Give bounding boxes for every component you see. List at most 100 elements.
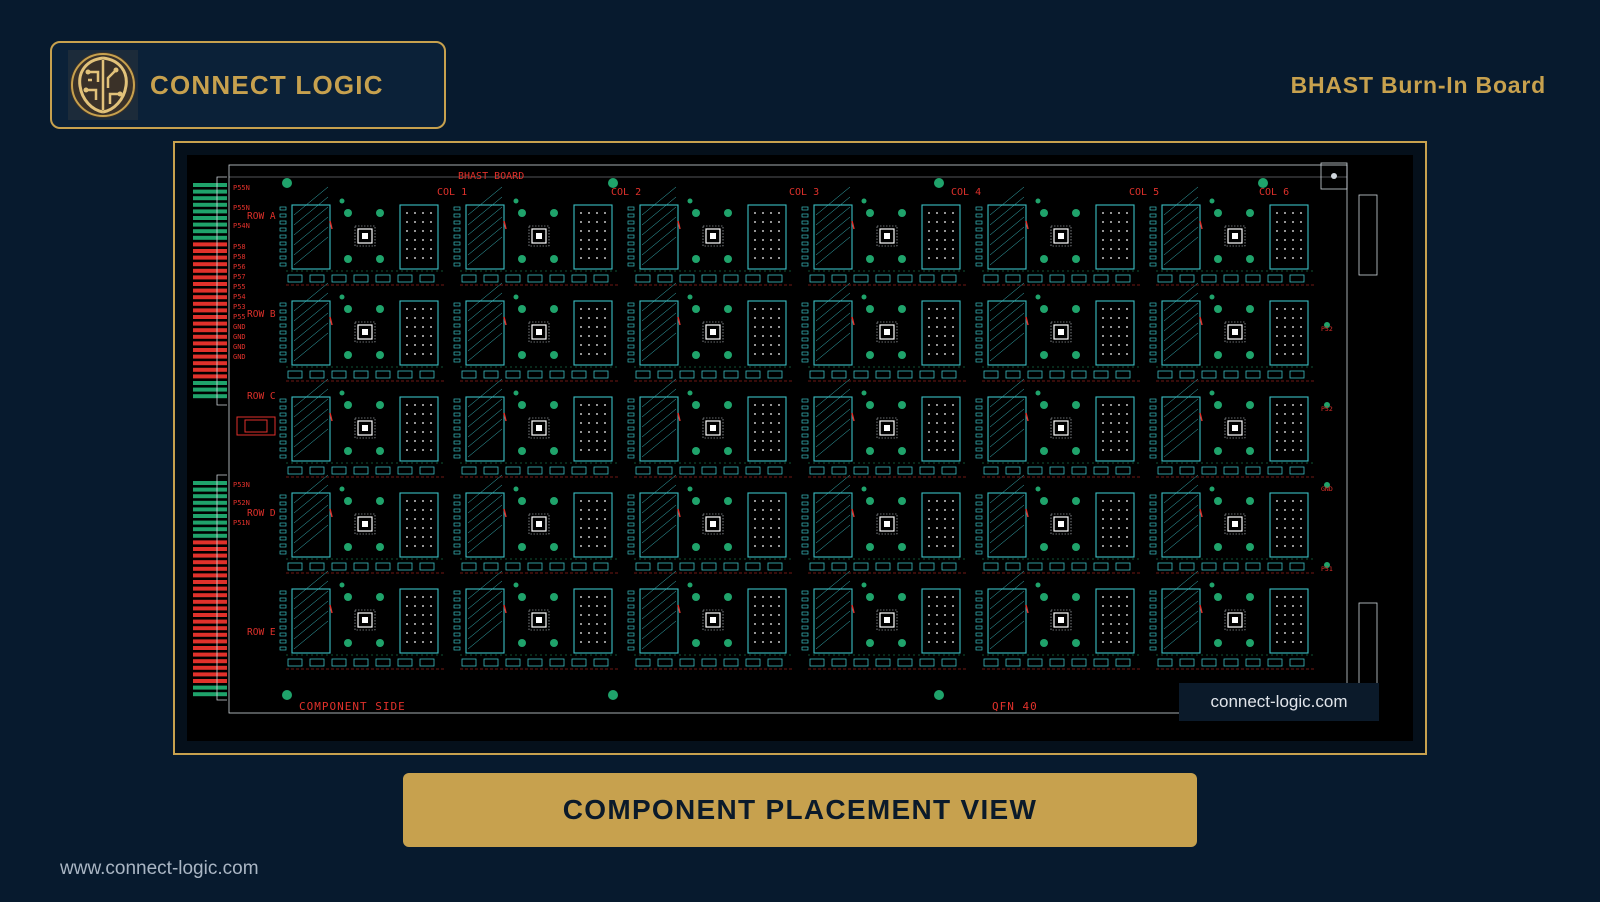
row-label: ROW E (247, 627, 276, 638)
connector-finger (193, 613, 227, 617)
connector-finger (193, 619, 227, 624)
connector-finger (193, 235, 227, 240)
connector-finger (193, 308, 227, 313)
connector-finger (193, 348, 227, 352)
watermark: connect-logic.com (1179, 683, 1379, 721)
net-label: P53N (233, 481, 250, 489)
connector-finger (193, 606, 227, 611)
net-label: P54 (233, 293, 246, 301)
footer-url[interactable]: www.connect-logic.com (60, 858, 259, 880)
connector-finger (193, 341, 227, 346)
connector-finger (193, 282, 227, 286)
board-title: BHAST Burn-In Board (1290, 72, 1546, 98)
connector-finger (193, 507, 227, 512)
connector-finger (193, 500, 227, 505)
connector-finger (193, 196, 227, 201)
column-label: COL 2 (611, 187, 641, 198)
connector-finger (193, 334, 227, 339)
connector-finger (193, 222, 227, 227)
row-label: ROW D (247, 508, 276, 519)
connector-finger (193, 514, 227, 518)
component-side-label: COMPONENT SIDE (299, 700, 406, 713)
column-label: COL 5 (1129, 187, 1159, 198)
connector-finger (193, 685, 227, 690)
connector-finger (193, 209, 227, 214)
connector-finger (193, 328, 227, 333)
connector-finger (193, 580, 227, 584)
connector-finger (193, 255, 227, 260)
connector-finger (193, 520, 227, 525)
connector-finger (193, 547, 227, 551)
brand-box: CONNECT LOGIC (50, 41, 446, 129)
connector-finger (193, 301, 227, 306)
connector-finger (193, 262, 227, 267)
net-label: GND (233, 353, 246, 361)
net-label: P55N (233, 184, 250, 192)
row-label: ROW B (247, 309, 276, 320)
connector-finger (193, 639, 227, 644)
connector-finger (193, 315, 227, 319)
net-label: P51 (1321, 565, 1333, 573)
connector-finger (193, 275, 227, 280)
connector-finger (193, 665, 227, 670)
connector-finger (193, 268, 227, 273)
column-label: COL 4 (951, 187, 981, 198)
connector-finger (193, 626, 227, 631)
connector-finger (193, 573, 227, 578)
net-label: P52 (1321, 325, 1333, 333)
net-label: P55N (233, 204, 250, 212)
connector-finger (193, 216, 227, 220)
connector-finger (193, 540, 227, 545)
circuit-brain-logo-icon (68, 50, 138, 120)
connector-finger (193, 527, 227, 532)
net-label: P52N (233, 499, 250, 507)
connector-finger (193, 586, 227, 591)
connector-finger (193, 593, 227, 598)
board-label: BHAST BOARD (458, 171, 524, 182)
connector-finger (193, 249, 227, 253)
connector-finger (193, 533, 227, 538)
net-label: P51N (233, 519, 250, 527)
column-label: COL 1 (437, 187, 467, 198)
connector-finger (193, 354, 227, 359)
connector-finger (193, 242, 227, 247)
net-label: GND (233, 343, 246, 351)
net-label: P56 (233, 263, 246, 271)
pcb-layout: BHAST BOARD COMPONENT SIDE QFN 40 COL 1 C… (187, 155, 1413, 741)
net-label: GND (233, 323, 246, 331)
net-label: P55 (233, 313, 246, 321)
connector-finger (193, 321, 227, 326)
column-label: COL 6 (1259, 187, 1289, 198)
row-label: ROW A (247, 211, 276, 222)
connector-finger (193, 394, 227, 399)
connector-finger (193, 632, 227, 637)
connector-finger (193, 374, 227, 379)
connector-finger (193, 189, 227, 194)
row-label: ROW C (247, 391, 276, 402)
connector-finger (193, 381, 227, 385)
qfn-label: QFN 40 (992, 700, 1038, 713)
connector-finger (193, 481, 227, 485)
connector-finger (193, 387, 227, 392)
connector-finger (193, 288, 227, 293)
net-label: P55 (233, 283, 246, 291)
connector-finger (193, 679, 227, 683)
pcb-image-frame: BHAST BOARD COMPONENT SIDE QFN 40 COL 1 C… (173, 141, 1427, 755)
net-label: GND (233, 333, 246, 341)
connector-finger (193, 672, 227, 677)
column-label: COL 3 (789, 187, 819, 198)
connector-finger (193, 652, 227, 657)
connector-finger (193, 367, 227, 372)
connector-finger (193, 361, 227, 366)
net-label: P57 (233, 273, 246, 281)
connector-finger (193, 599, 227, 604)
connector-finger (193, 692, 227, 697)
connector-finger (193, 295, 227, 300)
net-label: P58 (233, 243, 246, 251)
connector-finger (193, 553, 227, 558)
net-label: P52 (1321, 405, 1333, 413)
connector-finger (193, 659, 227, 664)
connector-finger (193, 183, 227, 187)
connector-finger (193, 646, 227, 650)
net-label: P53 (233, 303, 246, 311)
